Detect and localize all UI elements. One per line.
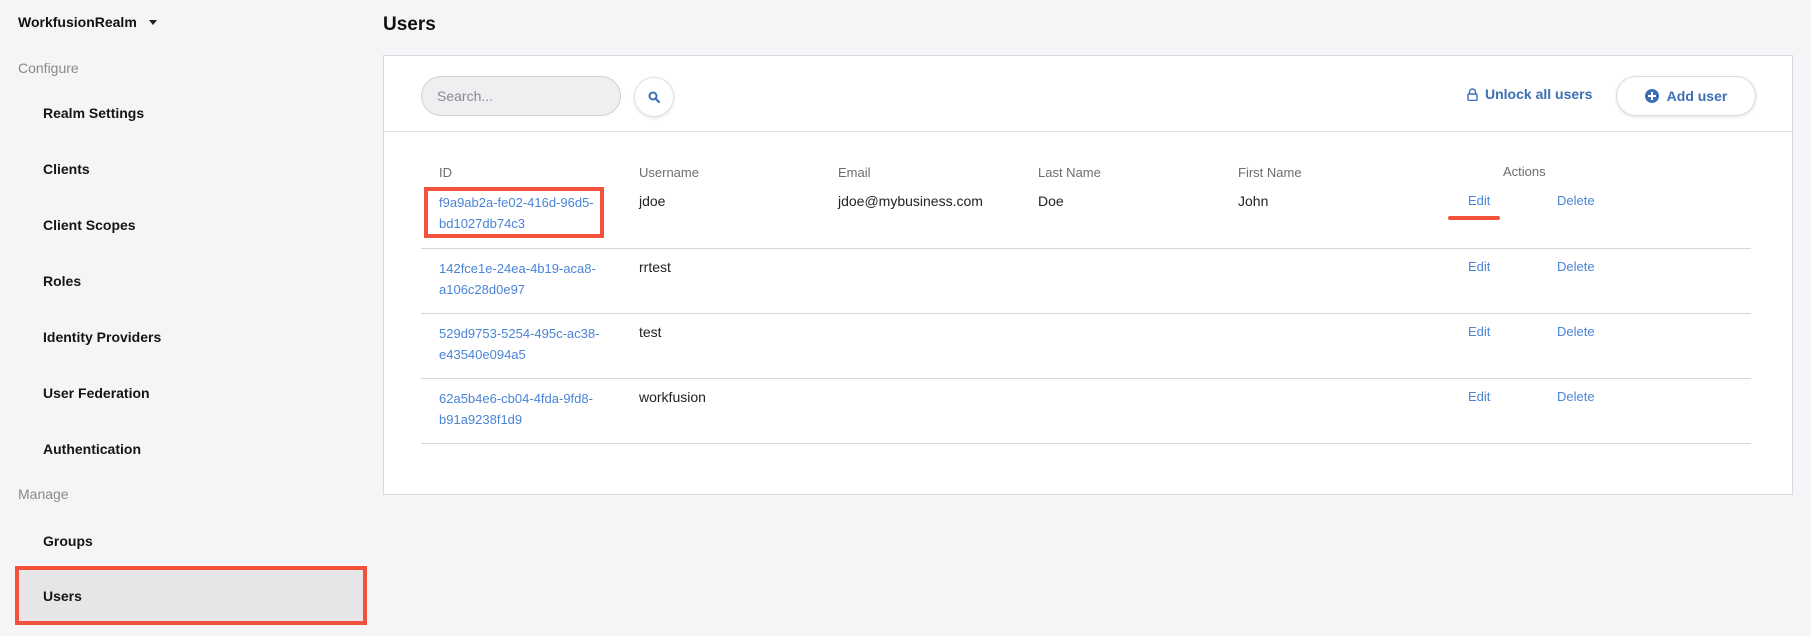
add-user-label: Add user	[1666, 88, 1728, 104]
edit-link[interactable]: Edit	[1468, 259, 1490, 274]
last-name-cell: Doe	[1038, 193, 1064, 209]
username-cell: test	[639, 324, 662, 340]
toolbar: Unlock all users Add user	[384, 56, 1792, 132]
username-cell: workfusion	[639, 389, 706, 405]
sidebar-item-identity-providers[interactable]: Identity Providers	[18, 312, 364, 362]
realm-name: WorkfusionRealm	[18, 14, 137, 30]
search-button[interactable]	[634, 77, 674, 117]
sidebar-item-users[interactable]: Users	[15, 566, 367, 625]
edit-highlight-underline	[1448, 216, 1500, 220]
lock-icon	[1467, 87, 1478, 101]
unlock-all-users-link[interactable]: Unlock all users	[1467, 86, 1592, 102]
email-cell: jdoe@mybusiness.com	[838, 193, 983, 209]
user-id-link[interactable]: 62a5b4e6-cb04-4fda-9fd8- b91a9238f1d9	[439, 388, 604, 430]
column-header-username: Username	[639, 165, 699, 180]
username-cell: rrtest	[639, 259, 671, 275]
sidebar-item-groups[interactable]: Groups	[18, 516, 364, 566]
manage-section-label: Manage	[18, 486, 69, 502]
first-name-cell: John	[1238, 193, 1269, 209]
unlock-all-users-label: Unlock all users	[1485, 86, 1593, 102]
column-header-first-name: First Name	[1238, 165, 1302, 180]
realm-selector[interactable]: WorkfusionRealm	[18, 14, 157, 30]
edit-link[interactable]: Edit	[1468, 324, 1490, 339]
edit-link[interactable]: Edit	[1468, 193, 1490, 208]
search-icon	[648, 91, 660, 103]
table-row: 142fce1e-24ea-4b19-aca8- a106c28d0e97 rr…	[421, 249, 1751, 314]
table-row: 529d9753-5254-495c-ac38- e43540e094a5 te…	[421, 314, 1751, 379]
sidebar-item-roles[interactable]: Roles	[18, 256, 364, 306]
user-id-line2: e43540e094a5	[439, 347, 526, 362]
sidebar-item-authentication[interactable]: Authentication	[18, 424, 364, 474]
user-id-link[interactable]: 529d9753-5254-495c-ac38- e43540e094a5	[439, 323, 604, 365]
delete-link[interactable]: Delete	[1557, 389, 1595, 404]
user-id-line1: 529d9753-5254-495c-ac38-	[439, 326, 600, 341]
column-header-last-name: Last Name	[1038, 165, 1101, 180]
plus-circle-icon	[1644, 89, 1659, 103]
user-id-line2: a106c28d0e97	[439, 282, 526, 297]
sidebar-item-realm-settings[interactable]: Realm Settings	[18, 88, 364, 138]
users-panel: Unlock all users Add user ID Username Em…	[383, 55, 1793, 495]
user-id-line1: 62a5b4e6-cb04-4fda-9fd8-	[439, 391, 593, 406]
table-row: f9a9ab2a-fe02-416d-96d5- bd1027db74c3 jd…	[421, 184, 1751, 249]
sidebar: WorkfusionRealm Configure Realm Settings…	[0, 0, 370, 636]
sidebar-item-clients[interactable]: Clients	[18, 144, 364, 194]
search-input[interactable]	[421, 76, 621, 116]
page-title: Users	[383, 14, 436, 35]
column-header-id: ID	[439, 165, 452, 180]
edit-link[interactable]: Edit	[1468, 389, 1490, 404]
user-id-line1: 142fce1e-24ea-4b19-aca8-	[439, 261, 596, 276]
column-header-email: Email	[838, 165, 871, 180]
configure-section-label: Configure	[18, 60, 79, 76]
delete-link[interactable]: Delete	[1557, 193, 1595, 208]
sidebar-item-user-federation[interactable]: User Federation	[18, 368, 364, 418]
delete-link[interactable]: Delete	[1557, 324, 1595, 339]
sidebar-item-client-scopes[interactable]: Client Scopes	[18, 200, 364, 250]
caret-down-icon	[148, 19, 157, 25]
table-row: 62a5b4e6-cb04-4fda-9fd8- b91a9238f1d9 wo…	[421, 379, 1751, 444]
id-highlight-box	[424, 187, 604, 238]
delete-link[interactable]: Delete	[1557, 259, 1595, 274]
user-id-link[interactable]: 142fce1e-24ea-4b19-aca8- a106c28d0e97	[439, 258, 604, 300]
column-header-actions: Actions	[1503, 164, 1546, 179]
add-user-button[interactable]: Add user	[1616, 76, 1756, 116]
username-cell: jdoe	[639, 193, 666, 209]
user-id-line2: b91a9238f1d9	[439, 412, 523, 427]
